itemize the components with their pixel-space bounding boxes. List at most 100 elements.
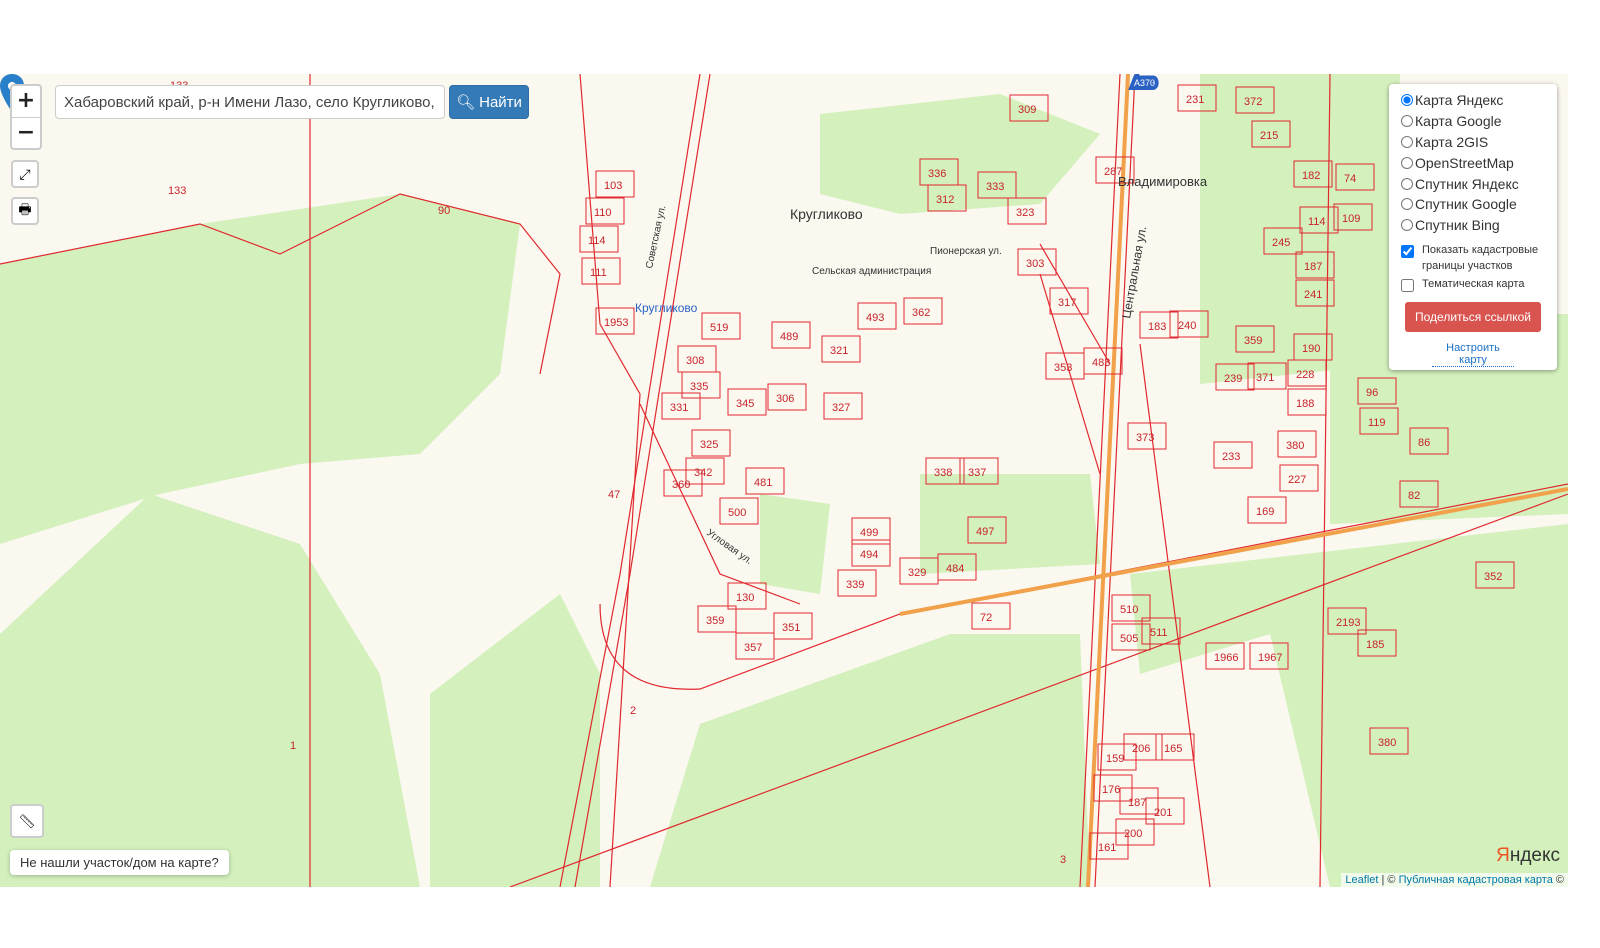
zoom-in-button[interactable]: + (12, 86, 40, 117)
parcel-number: 519 (710, 322, 728, 334)
parcel-number: 159 (1106, 753, 1124, 765)
layer-option[interactable]: OpenStreetMap (1401, 152, 1557, 173)
layer-option[interactable]: Карта Google (1401, 111, 1557, 132)
fullscreen-button[interactable]: ⤢ (11, 160, 39, 188)
layer-radio[interactable] (1401, 156, 1413, 169)
attribution-tail: © (1552, 874, 1564, 886)
parcel-number: 239 (1224, 373, 1242, 385)
parcel-number: 329 (908, 567, 926, 579)
layer-option-label: Спутник Яндекс (1415, 175, 1519, 192)
parcel-number: 130 (736, 592, 754, 604)
parcel-number: 306 (776, 393, 794, 405)
parcel-number: 336 (928, 168, 946, 180)
layer-option[interactable]: Карта Яндекс (1401, 90, 1557, 111)
map-canvas[interactable]: 1331339012347308335331325342360481500499… (0, 74, 1568, 887)
parcel-number: 497 (976, 526, 994, 538)
thematic-checkbox[interactable]: Тематическая карта (1401, 276, 1557, 292)
parcel-number: 47 (608, 489, 620, 501)
layer-radio[interactable] (1401, 219, 1413, 232)
parcel-number: 380 (1378, 737, 1396, 749)
parcel-number: 2 (630, 705, 636, 717)
parcel-number: 362 (912, 307, 930, 319)
configure-map-link[interactable]: Настроить карту (1432, 342, 1514, 367)
layer-option-label: Спутник Google (1415, 196, 1517, 213)
zoom-out-button[interactable]: − (12, 117, 40, 149)
parcel-number: 380 (1286, 440, 1304, 452)
leaflet-link[interactable]: Leaflet (1345, 874, 1378, 886)
parcel-number: 339 (846, 579, 864, 591)
parcel-number: 312 (936, 194, 954, 206)
parcel-number: 233 (1222, 451, 1240, 463)
layer-radio[interactable] (1401, 135, 1413, 148)
parcel-number: 1 (290, 740, 296, 752)
parcel-number: 308 (686, 355, 704, 367)
parcel-number: 317 (1058, 297, 1076, 309)
cadastral-checkbox[interactable]: Показать кадастровые границы участков (1401, 242, 1557, 274)
layer-option-label: Карта 2GIS (1415, 133, 1489, 150)
parcel-number: 325 (700, 439, 718, 451)
print-button[interactable]: 🖶 (11, 197, 39, 225)
parcel-number: 201 (1154, 807, 1172, 819)
village2-label: Владимировка (1118, 174, 1208, 189)
parcel-number: 187 (1304, 261, 1322, 273)
street-label: Пионерская ул. (930, 246, 1002, 257)
parcel-number: 371 (1256, 372, 1274, 384)
parcel-number: 335 (690, 381, 708, 393)
parcel-number: 190 (1302, 343, 1320, 355)
parcel-number: 303 (1026, 258, 1044, 270)
parcel-number: 169 (1256, 506, 1274, 518)
parcel-number: 161 (1098, 842, 1116, 854)
street-label: Угловая ул. (704, 527, 754, 567)
layer-radio[interactable] (1401, 94, 1413, 107)
parcel-number: 372 (1244, 96, 1262, 108)
parcel-number: 511 (1150, 627, 1168, 639)
layer-radio[interactable] (1401, 198, 1413, 211)
layer-option[interactable]: Спутник Google (1401, 194, 1557, 215)
layer-option-label: Спутник Bing (1415, 217, 1500, 234)
layer-radio[interactable] (1401, 115, 1413, 128)
layer-radio[interactable] (1401, 177, 1413, 190)
parcel-number: 72 (980, 612, 992, 624)
parcel-number: 114 (588, 235, 606, 247)
not-found-button[interactable]: Не нашли участок/дом на карте? (10, 850, 229, 875)
parcel-number: 206 (1132, 743, 1150, 755)
parcel-number: 74 (1344, 173, 1356, 185)
parcel-number: 484 (946, 563, 964, 575)
parcel-number: 323 (1016, 207, 1034, 219)
search-input[interactable] (55, 85, 445, 119)
thematic-checkbox-input[interactable] (1401, 278, 1414, 292)
parcel-number: 231 (1186, 94, 1204, 106)
parcel-number: 353 (1054, 362, 1072, 374)
parcel-number: 90 (438, 205, 450, 217)
parcel-number: 331 (670, 402, 688, 414)
expand-icon: ⤢ (19, 165, 31, 182)
cadastral-label: Показать кадастровые границы участков (1422, 243, 1539, 272)
parcel-number: 2193 (1336, 617, 1360, 629)
street-label: Советская ул. (644, 204, 668, 269)
parcel-number: 493 (866, 312, 884, 324)
parcel-number: 483 (1092, 357, 1110, 369)
parcel-number: 309 (1018, 104, 1036, 116)
parcel-number: 345 (736, 398, 754, 410)
parcel-number: 200 (1124, 828, 1142, 840)
parcel-number: 215 (1260, 130, 1278, 142)
parcel-number: 1967 (1258, 652, 1282, 664)
parcel-number: 86 (1418, 437, 1430, 449)
layer-option[interactable]: Спутник Яндекс (1401, 173, 1557, 194)
cadastral-checkbox-input[interactable] (1401, 244, 1414, 258)
layer-option[interactable]: Карта 2GIS (1401, 132, 1557, 153)
parcel-number: 481 (754, 477, 772, 489)
road-label: А370 (1134, 78, 1155, 88)
search-icon: 🔍︎ (456, 94, 476, 111)
ruler-button[interactable]: 📏︎ (10, 804, 44, 838)
pkk-link[interactable]: Публичная кадастровая карта (1399, 874, 1553, 886)
parcel-number: 133 (168, 185, 186, 197)
layer-option[interactable]: Спутник Bing (1401, 215, 1557, 236)
attribution: Leaflet | © Публичная кадастровая карта … (1341, 873, 1568, 887)
parcel-number: 240 (1178, 320, 1196, 332)
layer-option-label: Карта Яндекс (1415, 92, 1504, 109)
parcel-number: 176 (1102, 784, 1120, 796)
parcel-number: 489 (780, 331, 798, 343)
find-button[interactable]: 🔍︎ Найти (449, 85, 529, 119)
share-link-button[interactable]: Поделиться ссылкой (1405, 301, 1541, 332)
